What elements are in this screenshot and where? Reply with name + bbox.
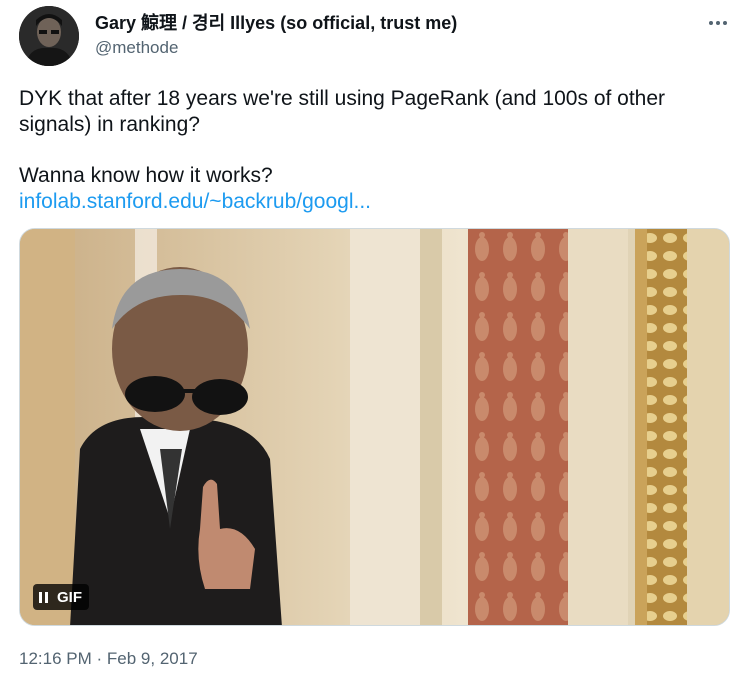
more-options-icon[interactable] xyxy=(703,12,733,34)
meta-separator: · xyxy=(96,649,103,668)
tweet-text: DYK that after 18 years we're still usin… xyxy=(19,86,719,215)
pause-icon[interactable] xyxy=(39,591,48,603)
tweet-text-line: Wanna know how it works? xyxy=(19,164,273,187)
tweet-link[interactable]: infolab.stanford.edu/~backrub/googl... xyxy=(19,190,371,213)
avatar[interactable] xyxy=(19,6,79,66)
gif-badge[interactable]: GIF xyxy=(33,584,89,610)
author-handle[interactable]: @methode xyxy=(95,38,178,58)
gif-frame-image xyxy=(20,229,729,625)
author-name[interactable]: Gary 鯨理 / 경리 Illyes (so official, trust … xyxy=(95,12,457,34)
tweet-date[interactable]: Feb 9, 2017 xyxy=(107,649,198,668)
tweet-time[interactable]: 12:16 PM xyxy=(19,649,92,668)
tweet: Gary 鯨理 / 경리 Illyes (so official, trust … xyxy=(0,0,750,686)
tweet-meta: 12:16 PM · Feb 9, 2017 xyxy=(19,648,198,670)
gif-media[interactable] xyxy=(19,228,730,626)
gif-label: GIF xyxy=(57,588,82,606)
tweet-text-line: DYK that after 18 years we're still usin… xyxy=(19,87,666,136)
